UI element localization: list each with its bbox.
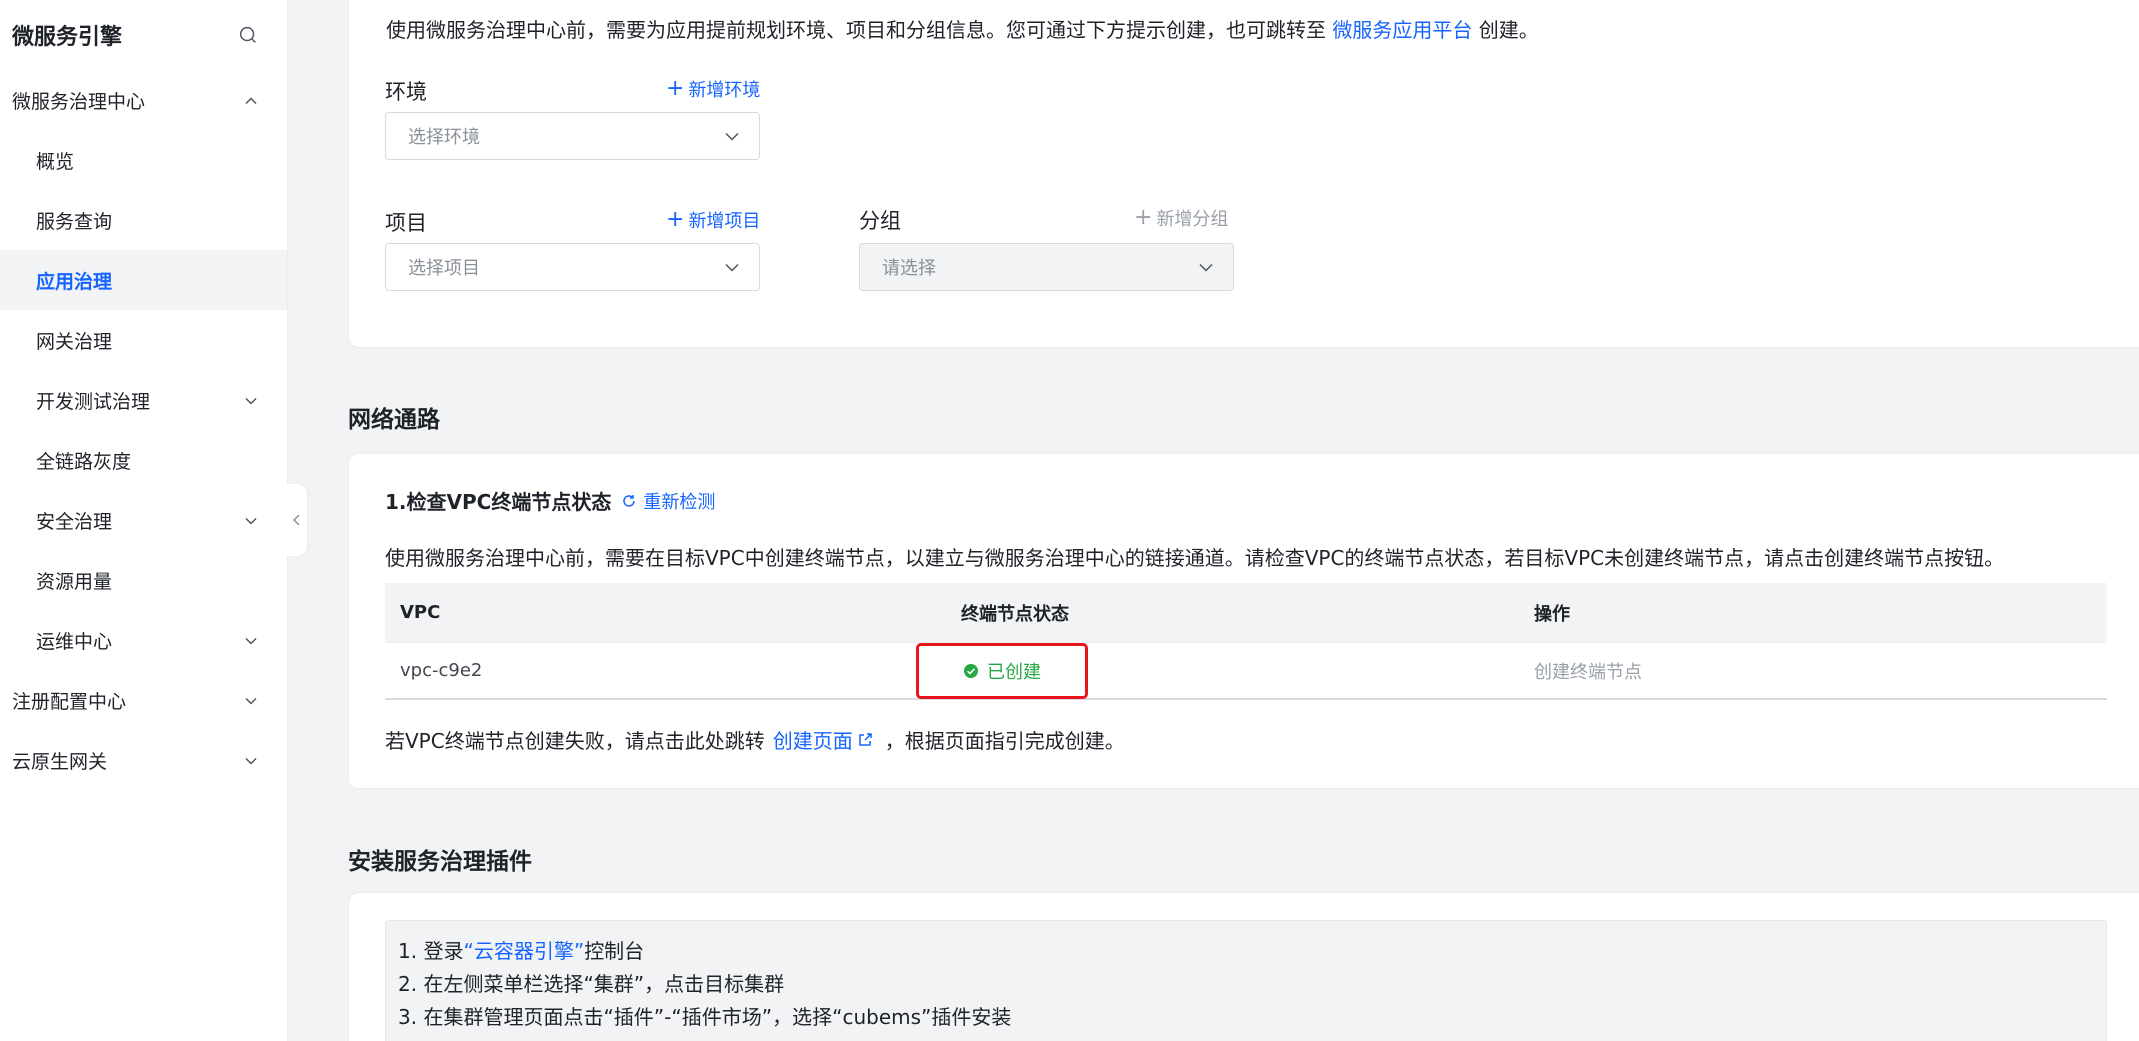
sidebar-item-label: 微服务治理中心 — [12, 90, 146, 113]
sidebar-item-governance-center[interactable]: 微服务治理中心 — [0, 70, 287, 130]
sidebar-item-label: 云原生网关 — [12, 750, 108, 773]
group-label: 分组 — [859, 209, 901, 233]
vpc-check-description: 使用微服务治理中心前，需要在目标VPC中创建终端节点，以建立与微服务治理中心的链… — [385, 546, 2005, 570]
sidebar-item-label: 安全治理 — [36, 510, 113, 533]
plus-icon: + — [666, 76, 685, 101]
cce-console-link[interactable]: “云容器引擎” — [463, 939, 584, 963]
add-env-button[interactable]: + 新增环境 — [666, 76, 760, 102]
add-env-label: 新增环境 — [688, 80, 761, 101]
create-page-link-label: 创建页面 — [772, 729, 853, 753]
chevron-left-icon — [292, 514, 300, 526]
sidebar-item-label: 开发测试治理 — [36, 390, 151, 413]
sidebar-item-registry-config-center[interactable]: 注册配置中心 — [0, 670, 287, 730]
sidebar-item-label: 应用治理 — [36, 270, 113, 293]
sidebar-item-app-governance[interactable]: 应用治理 — [0, 250, 287, 310]
chevron-down-icon — [1199, 263, 1213, 272]
add-group-label: 新增分组 — [1156, 209, 1229, 230]
project-select[interactable]: 选择项目 — [385, 243, 760, 291]
fail-hint-text: 若VPC终端节点创建失败，请点击此处跳转 — [385, 729, 765, 753]
vpc-table: VPC 终端节点状态 操作 vpc-c9e2 已创建 创建终端节点 — [385, 583, 2107, 700]
search-icon[interactable] — [237, 24, 259, 46]
sidebar-title: 微服务引擎 — [12, 25, 123, 50]
sidebar-item-label: 注册配置中心 — [12, 690, 127, 713]
sidebar-item-overview[interactable]: 概览 — [0, 130, 287, 190]
prep-card — [348, 0, 2139, 348]
prep-intro: 使用微服务治理中心前，需要为应用提前规划环境、项目和分组信息。您可通过下方提示创… — [386, 14, 1539, 43]
create-endpoint-button[interactable]: 创建终端节点 — [1534, 662, 1642, 683]
chevron-down-icon — [725, 263, 739, 272]
create-page-link[interactable]: 创建页面 — [773, 725, 873, 754]
chevron-down-icon — [725, 132, 739, 141]
sidebar-item-security-governance[interactable]: 安全治理 — [0, 490, 287, 550]
sidebar-item-label: 网关治理 — [36, 330, 113, 353]
prep-intro-suffix: 创建。 — [1478, 18, 1539, 42]
vpc-table-header: VPC 终端节点状态 操作 — [385, 583, 2107, 642]
check-circle-icon — [964, 663, 978, 678]
status-text: 已创建 — [987, 661, 1041, 683]
chevron-down-icon — [243, 632, 259, 648]
sidebar-header: 微服务引擎 — [0, 0, 287, 70]
sidebar-item-label: 概览 — [36, 150, 75, 173]
sidebar-item-dev-test-governance[interactable]: 开发测试治理 — [0, 370, 287, 430]
step1-suffix: 控制台 — [584, 939, 645, 963]
vpc-check-title: 1.检查VPC终端节点状态 重新检测 — [385, 486, 715, 515]
env-select-placeholder: 选择环境 — [408, 127, 480, 148]
sidebar-item-gateway-governance[interactable]: 网关治理 — [0, 310, 287, 370]
column-header-action: 操作 — [1534, 603, 1570, 625]
env-select[interactable]: 选择环境 — [385, 112, 760, 160]
sidebar-collapse-button[interactable] — [287, 484, 307, 556]
add-group-button[interactable]: + 新增分组 — [1134, 205, 1228, 231]
chevron-down-icon — [243, 752, 259, 768]
sidebar-menu: 微服务治理中心 概览 服务查询 应用治理 网关治理 开发测试治理 全链路灰度 安… — [0, 70, 287, 790]
env-label: 环境 — [385, 80, 427, 104]
network-section-title: 网络通路 — [348, 407, 440, 433]
sidebar-item-cloud-native-gateway[interactable]: 云原生网关 — [0, 730, 287, 790]
sidebar-item-resource-usage[interactable]: 资源用量 — [0, 550, 287, 610]
chevron-down-icon — [243, 692, 259, 708]
group-select[interactable]: 请选择 — [859, 243, 1234, 291]
sidebar-item-full-link-gray[interactable]: 全链路灰度 — [0, 430, 287, 490]
group-select-placeholder: 请选择 — [882, 258, 936, 279]
column-header-status: 终端节点状态 — [961, 603, 1069, 625]
sidebar-item-label: 资源用量 — [36, 570, 113, 593]
step1-text: 1. 登录 — [398, 939, 464, 963]
project-label: 项目 — [385, 211, 427, 235]
sidebar-item-label: 服务查询 — [36, 210, 113, 233]
plugin-steps: 1. 登录“云容器引擎”控制台 2. 在左侧菜单栏选择“集群”，点击目标集群 3… — [385, 920, 2107, 1041]
main-content: 使用微服务治理中心前，需要为应用提前规划环境、项目和分组信息。您可通过下方提示创… — [318, 0, 2139, 1041]
chevron-up-icon — [243, 92, 259, 108]
status-badge: 已创建 — [916, 642, 1088, 699]
microservice-platform-link[interactable]: 微服务应用平台 — [1332, 18, 1472, 42]
project-select-placeholder: 选择项目 — [408, 258, 480, 279]
create-fail-hint: 若VPC终端节点创建失败，请点击此处跳转 创建页面 ，根据页面指引完成创建。 — [385, 725, 1125, 754]
plugin-step-1: 1. 登录“云容器引擎”控制台 — [398, 935, 2094, 968]
plugin-step-3: 3. 在集群管理页面点击“插件”-“插件市场”，选择“cubems”插件安装 — [398, 1005, 1012, 1029]
sidebar: 微服务引擎 微服务治理中心 概览 服务查询 应用治理 网关治理 开发测试治理 全… — [0, 0, 288, 1041]
prep-intro-text: 使用微服务治理中心前，需要为应用提前规划环境、项目和分组信息。您可通过下方提示创… — [386, 18, 1326, 42]
status-cell: 已创建 — [916, 642, 1534, 699]
refresh-icon — [623, 494, 636, 507]
chevron-down-icon — [243, 512, 259, 528]
plugin-section-title: 安装服务治理插件 — [348, 849, 532, 875]
recheck-label: 重新检测 — [643, 491, 716, 513]
plugin-step-2: 2. 在左侧菜单栏选择“集群”，点击目标集群 — [398, 972, 785, 996]
plus-icon: + — [666, 207, 685, 232]
sidebar-item-service-query[interactable]: 服务查询 — [0, 190, 287, 250]
plus-icon: + — [1134, 205, 1153, 230]
add-project-label: 新增项目 — [688, 211, 761, 232]
sidebar-item-label: 运维中心 — [36, 630, 113, 653]
action-cell: 创建终端节点 — [1534, 658, 2107, 684]
vpc-id-cell: vpc-c9e2 — [400, 660, 483, 681]
vpc-check-title-text: 1.检查VPC终端节点状态 — [385, 490, 612, 514]
sidebar-item-label: 全链路灰度 — [36, 450, 132, 473]
external-link-icon — [858, 732, 872, 746]
fail-hint-suffix: ，根据页面指引完成创建。 — [884, 729, 1125, 753]
sidebar-item-ops-center[interactable]: 运维中心 — [0, 610, 287, 670]
column-header-vpc: VPC — [400, 602, 441, 623]
table-row: vpc-c9e2 已创建 创建终端节点 — [385, 642, 2107, 700]
recheck-button[interactable]: 重新检测 — [621, 488, 715, 514]
add-project-button[interactable]: + 新增项目 — [666, 207, 760, 233]
chevron-down-icon — [243, 392, 259, 408]
